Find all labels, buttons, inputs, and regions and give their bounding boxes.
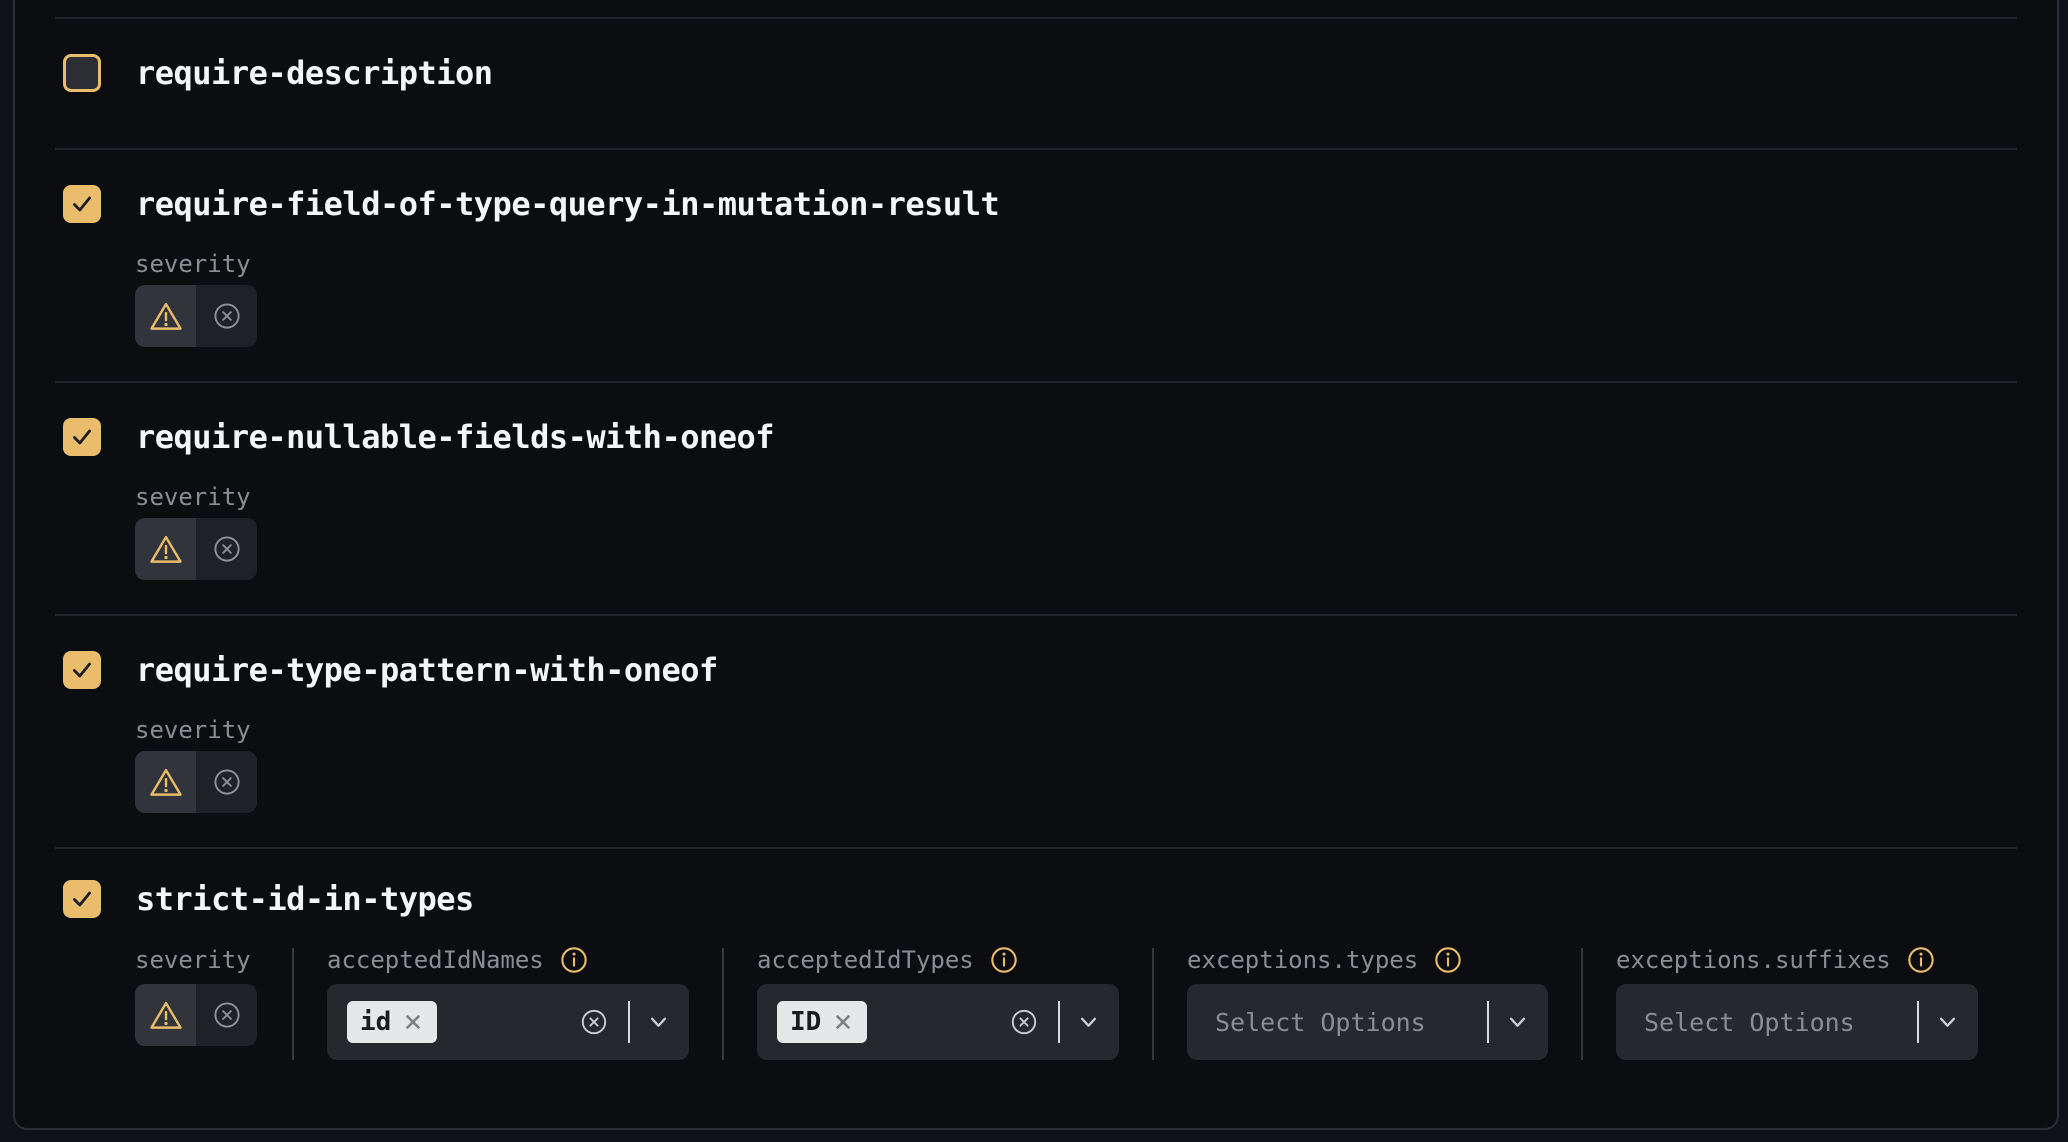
info-icon[interactable] (1907, 946, 1935, 974)
option-label: exceptions.suffixes (1616, 948, 1891, 972)
clear-icon[interactable] (580, 1008, 608, 1036)
circle-x-icon (212, 1000, 242, 1030)
exceptions-suffixes-multiselect[interactable]: Select Options (1616, 984, 1978, 1060)
rule-checkbox-unchecked[interactable] (63, 54, 101, 92)
severity-warn-button[interactable] (135, 751, 196, 813)
option-label: exceptions.types (1187, 948, 1418, 972)
tag-value: ID (790, 1001, 821, 1043)
rule-item-require-nullable-fields-with-oneof: require-nullable-fields-with-oneof sever… (55, 381, 2017, 614)
check-icon (69, 886, 95, 912)
rule-checkbox-checked[interactable] (63, 651, 101, 689)
select-controls (1897, 1001, 1956, 1043)
severity-error-button[interactable] (196, 518, 257, 580)
select-controls (1467, 1001, 1526, 1043)
select-controls (580, 1001, 667, 1043)
rule-header: require-description (55, 54, 2017, 92)
rule-name: require-field-of-type-query-in-mutation-… (136, 185, 999, 223)
severity-control (135, 285, 257, 347)
exceptions-types-multiselect[interactable]: Select Options (1187, 984, 1548, 1060)
select-divider (1487, 1001, 1489, 1043)
severity-error-button[interactable] (196, 285, 257, 347)
option-label: acceptedIdTypes (757, 948, 974, 972)
severity-warn-button[interactable] (135, 984, 196, 1046)
clear-icon[interactable] (1010, 1008, 1038, 1036)
option-column-severity: severity (135, 948, 292, 1060)
rules-list: require-description require-field-of-typ… (55, 0, 2017, 1129)
severity-block: severity (135, 252, 2017, 347)
info-icon[interactable] (1434, 946, 1462, 974)
circle-x-icon (212, 534, 242, 564)
tag-remove-icon[interactable] (402, 1011, 424, 1033)
select-placeholder: Select Options (1636, 1008, 1855, 1037)
severity-control (135, 751, 257, 813)
select-controls (1010, 1001, 1097, 1043)
circle-x-icon (212, 301, 242, 331)
tag-value: id (360, 1001, 391, 1043)
rule-header: require-nullable-fields-with-oneof (55, 418, 2017, 456)
warning-icon (149, 767, 183, 798)
selected-tag: ID (777, 1001, 867, 1043)
rule-name: require-type-pattern-with-oneof (136, 651, 718, 689)
rule-header: strict-id-in-types (55, 880, 2017, 918)
check-icon (69, 657, 95, 683)
selected-tag: id (347, 1001, 437, 1043)
rule-item-require-type-pattern-with-oneof: require-type-pattern-with-oneof severity (55, 614, 2017, 847)
rule-name: require-description (136, 54, 493, 92)
rule-options-row: severity acceptedIdNames (135, 948, 2017, 1060)
severity-error-button[interactable] (196, 751, 257, 813)
option-column-acceptedIdTypes: acceptedIdTypes ID (722, 948, 1152, 1060)
rule-header: require-type-pattern-with-oneof (55, 651, 2017, 689)
warning-icon (149, 1000, 183, 1031)
acceptedIdNames-multiselect[interactable]: id (327, 984, 689, 1060)
rule-header: require-field-of-type-query-in-mutation-… (55, 185, 2017, 223)
select-divider (1917, 1001, 1919, 1043)
severity-label: severity (135, 948, 251, 972)
check-icon (69, 191, 95, 217)
option-label: acceptedIdNames (327, 948, 544, 972)
rule-name: require-nullable-fields-with-oneof (136, 418, 774, 456)
info-icon[interactable] (560, 946, 588, 974)
chevron-down-icon[interactable] (650, 1017, 667, 1028)
chevron-down-icon[interactable] (1939, 1017, 1956, 1028)
chevron-down-icon[interactable] (1080, 1017, 1097, 1028)
tag-remove-icon[interactable] (832, 1011, 854, 1033)
circle-x-icon (212, 767, 242, 797)
info-icon[interactable] (990, 946, 1018, 974)
option-column-exceptions-suffixes: exceptions.suffixes Select Options (1581, 948, 2011, 1060)
select-divider (628, 1001, 630, 1043)
rules-config-panel: require-description require-field-of-typ… (13, 0, 2059, 1130)
severity-control (135, 518, 257, 580)
option-column-exceptions-types: exceptions.types Select Options (1152, 948, 1581, 1060)
severity-warn-button[interactable] (135, 518, 196, 580)
warning-icon (149, 301, 183, 332)
rule-checkbox-checked[interactable] (63, 185, 101, 223)
severity-control (135, 984, 257, 1046)
rule-item-require-field-of-type-query-in-mutation-result: require-field-of-type-query-in-mutation-… (55, 148, 2017, 381)
rule-name: strict-id-in-types (136, 880, 474, 918)
acceptedIdTypes-multiselect[interactable]: ID (757, 984, 1119, 1060)
warning-icon (149, 534, 183, 565)
severity-block: severity (135, 485, 2017, 580)
rule-checkbox-checked[interactable] (63, 418, 101, 456)
severity-label: severity (135, 252, 2017, 276)
chevron-down-icon[interactable] (1509, 1017, 1526, 1028)
select-divider (1058, 1001, 1060, 1043)
severity-warn-button[interactable] (135, 285, 196, 347)
rule-item-require-description: require-description (55, 17, 2017, 148)
select-placeholder: Select Options (1207, 1008, 1426, 1037)
severity-label: severity (135, 718, 2017, 742)
rule-item-strict-id-in-types: strict-id-in-types severity (55, 847, 2017, 1129)
check-icon (69, 424, 95, 450)
option-column-acceptedIdNames: acceptedIdNames id (292, 948, 722, 1060)
rule-checkbox-checked[interactable] (63, 880, 101, 918)
severity-label: severity (135, 485, 2017, 509)
severity-error-button[interactable] (196, 984, 257, 1046)
severity-block: severity (135, 718, 2017, 813)
